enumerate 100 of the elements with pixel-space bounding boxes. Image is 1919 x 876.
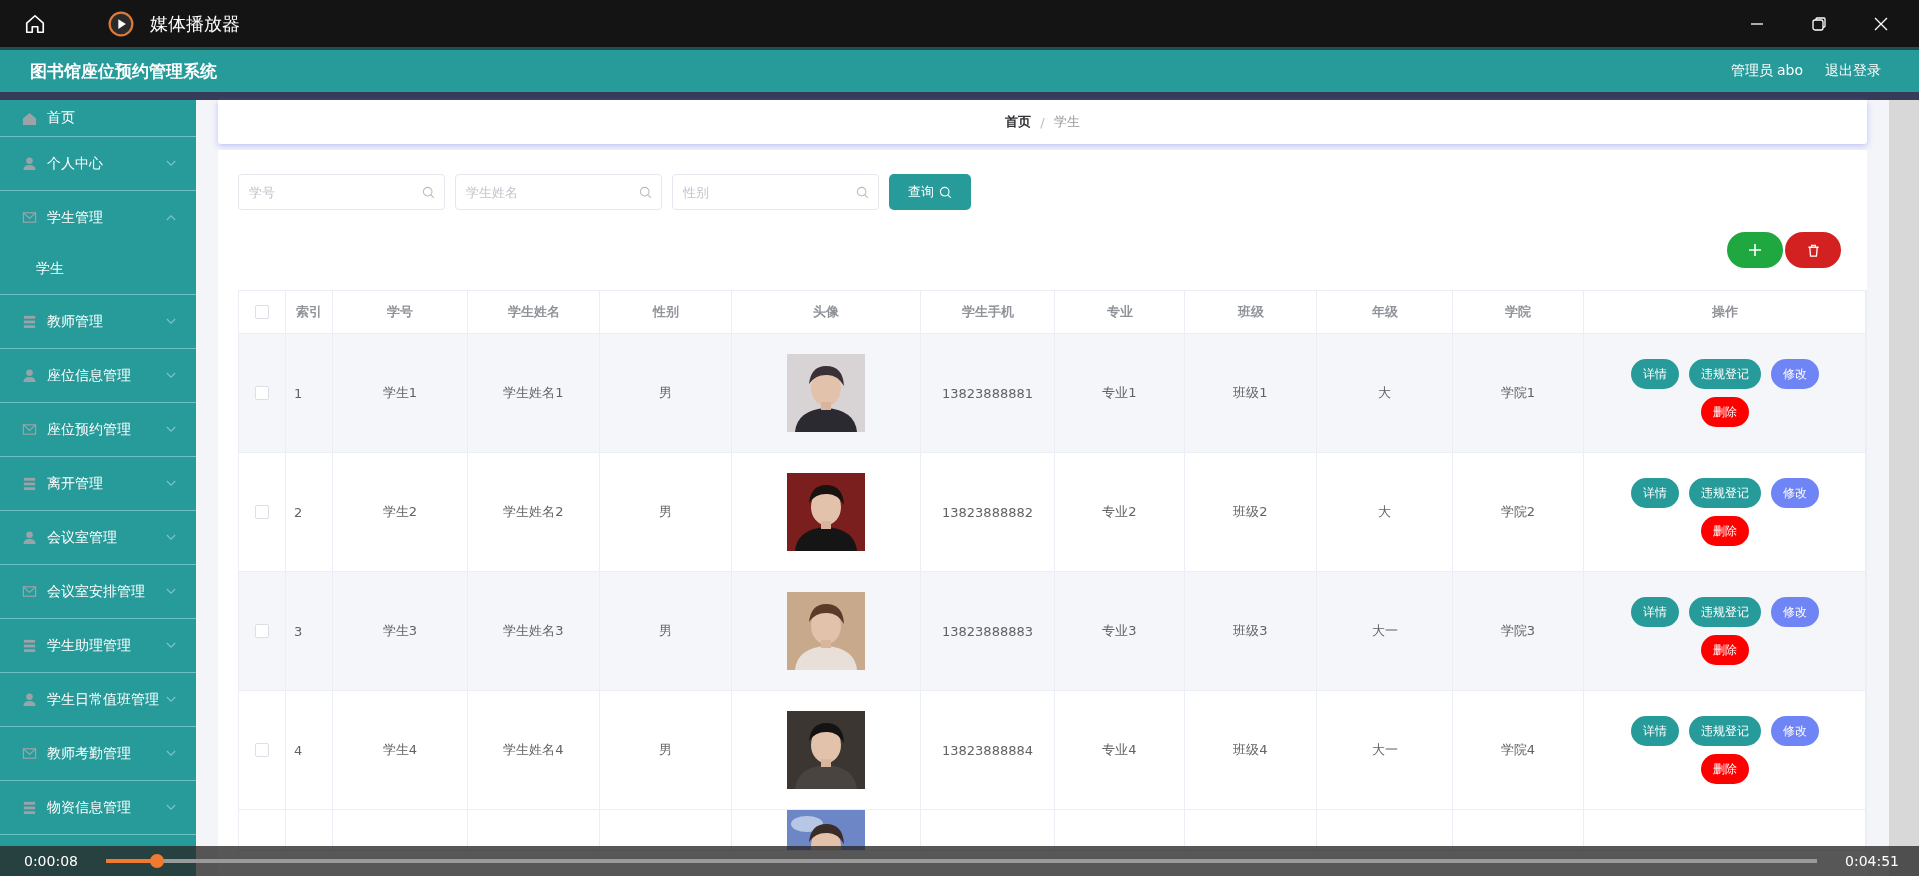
menu-icon: [22, 110, 37, 126]
action-button[interactable]: 详情: [1630, 716, 1679, 746]
restore-icon[interactable]: [1811, 15, 1827, 32]
action-button[interactable]: 详情: [1630, 359, 1679, 389]
row-checkbox[interactable]: [255, 624, 269, 638]
table-cell: 班级3: [1233, 622, 1268, 640]
table-cell: 大: [1378, 503, 1391, 521]
add-button[interactable]: [1727, 232, 1783, 268]
action-button[interactable]: 违规登记: [1688, 597, 1761, 627]
search-icon: [939, 185, 952, 199]
table-cell: 男: [659, 741, 672, 759]
menu-icon: [22, 422, 37, 437]
column-header: 年级: [1371, 303, 1398, 321]
sidebar-item[interactable]: 教师管理: [0, 295, 196, 348]
column-header: 索引: [296, 303, 322, 321]
user-label: 管理员 abo: [1730, 62, 1803, 80]
table-cell: 13823888882: [942, 504, 1033, 520]
table-cell: 3: [294, 623, 303, 639]
table-cell: 学生1: [382, 384, 418, 402]
sidebar-item[interactable]: 座位信息管理: [0, 349, 196, 402]
table-cell: 2: [294, 504, 303, 520]
table-cell: 大: [1378, 384, 1391, 402]
sidebar-item[interactable]: 学生日常值班管理: [0, 673, 196, 726]
trash-icon: [1806, 243, 1820, 257]
menu-icon: [22, 800, 37, 815]
action-button[interactable]: 修改: [1770, 359, 1819, 389]
row-checkbox[interactable]: [255, 743, 269, 757]
row-delete-button[interactable]: 删除: [1700, 635, 1749, 665]
table-cell: 学生姓名2: [503, 503, 564, 521]
table-cell: 大一: [1371, 741, 1398, 759]
action-button[interactable]: 详情: [1630, 597, 1679, 627]
action-button[interactable]: 详情: [1630, 478, 1679, 508]
action-button[interactable]: 修改: [1770, 716, 1819, 746]
table-cell: 学院2: [1500, 503, 1536, 521]
table-cell: 13823888883: [942, 623, 1033, 639]
home-icon[interactable]: [24, 12, 46, 35]
menu-icon: [22, 156, 37, 171]
column-header: 学号: [387, 303, 413, 321]
table-cell: 学院3: [1500, 622, 1536, 640]
table-cell: 学院4: [1500, 741, 1536, 759]
sidebar-item[interactable]: 物资信息管理: [0, 781, 196, 834]
table-cell: 男: [659, 503, 672, 521]
sidebar-item[interactable]: 学生管理: [0, 191, 196, 244]
sidebar-item[interactable]: 首页: [0, 100, 196, 136]
breadcrumb-item[interactable]: 首页: [1005, 113, 1032, 131]
chevron-icon: [166, 642, 176, 649]
plus-icon: [1748, 243, 1762, 257]
breadcrumb-separator: /: [1040, 114, 1045, 130]
table-cell: 大一: [1371, 622, 1398, 640]
table-cell: 学生姓名1: [503, 384, 564, 402]
row-checkbox[interactable]: [255, 505, 269, 519]
search-field[interactable]: 学号: [238, 174, 445, 210]
chevron-icon: [166, 588, 176, 595]
query-button[interactable]: 查询: [889, 174, 971, 210]
search-field[interactable]: 性别: [672, 174, 879, 210]
row-delete-button[interactable]: 删除: [1700, 516, 1749, 546]
chevron-icon: [166, 750, 176, 757]
search-icon: [422, 186, 435, 199]
play-icon: [108, 10, 134, 37]
delete-button[interactable]: [1785, 232, 1841, 268]
row-delete-button[interactable]: 删除: [1700, 397, 1749, 427]
table-cell: 班级2: [1233, 503, 1268, 521]
row-checkbox[interactable]: [255, 386, 269, 400]
sidebar-item[interactable]: 会议室管理: [0, 511, 196, 564]
column-header: 学生手机: [961, 303, 1014, 321]
sidebar-item[interactable]: 个人中心: [0, 137, 196, 190]
action-button[interactable]: 违规登记: [1688, 716, 1761, 746]
row-delete-button[interactable]: 删除: [1700, 754, 1749, 784]
table-cell: 专业1: [1102, 384, 1137, 402]
close-icon[interactable]: [1873, 15, 1889, 32]
sidebar-item[interactable]: 会议室安排管理: [0, 565, 196, 618]
action-button[interactable]: 修改: [1770, 478, 1819, 508]
select-all-checkbox[interactable]: [255, 305, 269, 319]
chevron-icon: [166, 534, 176, 541]
chevron-icon: [166, 318, 176, 325]
sidebar-item[interactable]: 离开管理: [0, 457, 196, 510]
sidebar-item[interactable]: 学生助理管理: [0, 619, 196, 672]
action-button[interactable]: 违规登记: [1688, 359, 1761, 389]
sidebar-subitem[interactable]: 学生: [0, 244, 196, 294]
column-header: 性别: [652, 303, 679, 321]
search-icon: [639, 186, 652, 199]
sidebar-item[interactable]: 座位预约管理: [0, 403, 196, 456]
table-cell: 专业2: [1102, 503, 1137, 521]
menu-icon: [22, 638, 37, 653]
table-cell: 学生4: [382, 741, 418, 759]
breadcrumb-item: 学生: [1053, 113, 1080, 131]
total-time: 0:04:51: [1845, 853, 1899, 869]
table-cell: 专业3: [1102, 622, 1137, 640]
seek-thumb[interactable]: [150, 854, 165, 868]
table-cell: 4: [294, 742, 303, 758]
sidebar-item[interactable]: 教师考勤管理: [0, 727, 196, 780]
chevron-icon: [166, 160, 176, 167]
logout-link[interactable]: 退出登录: [1825, 62, 1881, 80]
action-button[interactable]: 违规登记: [1688, 478, 1761, 508]
table-cell: 13823888884: [942, 742, 1033, 758]
action-button[interactable]: 修改: [1770, 597, 1819, 627]
table-cell: 学生姓名4: [503, 741, 564, 759]
search-field[interactable]: 学生姓名: [455, 174, 662, 210]
menu-icon: [22, 584, 37, 599]
menu-icon: [22, 368, 37, 383]
